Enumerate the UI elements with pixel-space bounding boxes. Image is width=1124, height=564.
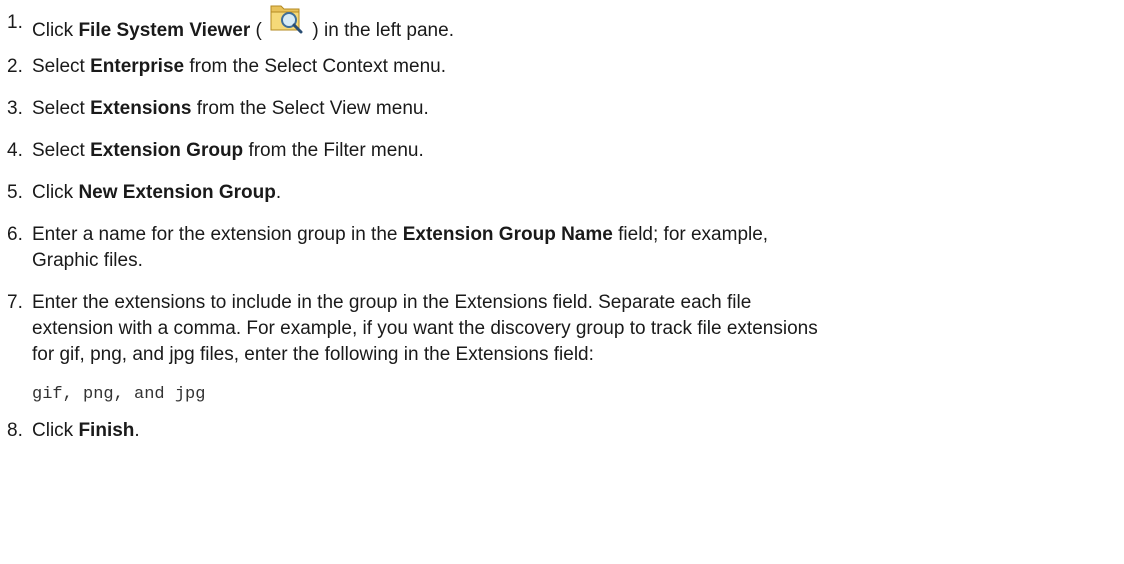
step-text-after: from the Select View menu. [191, 98, 429, 119]
step-text-before: Click [32, 420, 79, 441]
step-number: 7. [7, 292, 23, 313]
step-2: 2. Select Enterprise from the Select Con… [0, 54, 1124, 80]
step-text-after: ) in the left pane. [307, 20, 454, 41]
step-bold-term: Enterprise [90, 56, 185, 77]
step-text-before: Select [32, 98, 91, 119]
step-bold-term: New Extension Group [78, 182, 276, 203]
step-bold-term: Extension Group [90, 140, 244, 161]
step-text-after: field; for example, [612, 224, 769, 245]
step-bold-term: Finish [78, 420, 135, 441]
step-number: 5. [7, 182, 23, 203]
step-text-before: Select [32, 140, 91, 161]
step-text-before: Select [32, 56, 91, 77]
step-text-line1: Enter the extensions to include in the g… [32, 292, 752, 313]
step-text-line3: for gif, png, and jpg files, enter the f… [32, 344, 594, 365]
code-example: gif, png, and jpg [32, 385, 206, 404]
step-text-line2: Graphic files. [32, 250, 143, 271]
step-bold-term: File System Viewer [78, 20, 251, 41]
step-8: 8. Click Finish. [0, 418, 1124, 444]
step-number: 8. [7, 420, 23, 441]
step-text-after: . [275, 182, 282, 203]
step-1: 1. Click File System Viewer ( ) in the l… [0, 5, 1124, 44]
step-number: 3. [7, 98, 23, 119]
procedure-steps: 1. Click File System Viewer ( ) in the l… [0, 0, 1124, 444]
step-bold-term: Extension Group Name [402, 224, 613, 245]
step-3: 3. Select Extensions from the Select Vie… [0, 96, 1124, 122]
step-number: 6. [7, 224, 23, 245]
step-number: 2. [7, 56, 23, 77]
step-number: 4. [7, 140, 23, 161]
step-5: 5. Click New Extension Group. [0, 180, 1124, 206]
step-7: 7. Enter the extensions to include in th… [0, 290, 1124, 406]
step-text-before: Click [32, 182, 79, 203]
step-text-after: . [134, 420, 140, 441]
step-6: 6. Enter a name for the extension group … [0, 222, 1124, 274]
step-bold-term: Extensions [90, 98, 192, 119]
step-text-before: Enter a name for the extension group in … [32, 224, 403, 245]
step-4: 4. Select Extension Group from the Filte… [0, 138, 1124, 164]
step-text-paren-open: ( [250, 20, 268, 41]
step-text-after: from the Filter menu. [243, 140, 424, 161]
step-number: 1. [7, 12, 23, 33]
file-system-viewer-icon [269, 5, 305, 40]
step-text-after: from the Select Context menu. [184, 56, 446, 77]
step-text-line2: extension with a comma. For example, if … [32, 318, 818, 339]
step-text-before: Click [32, 20, 79, 41]
